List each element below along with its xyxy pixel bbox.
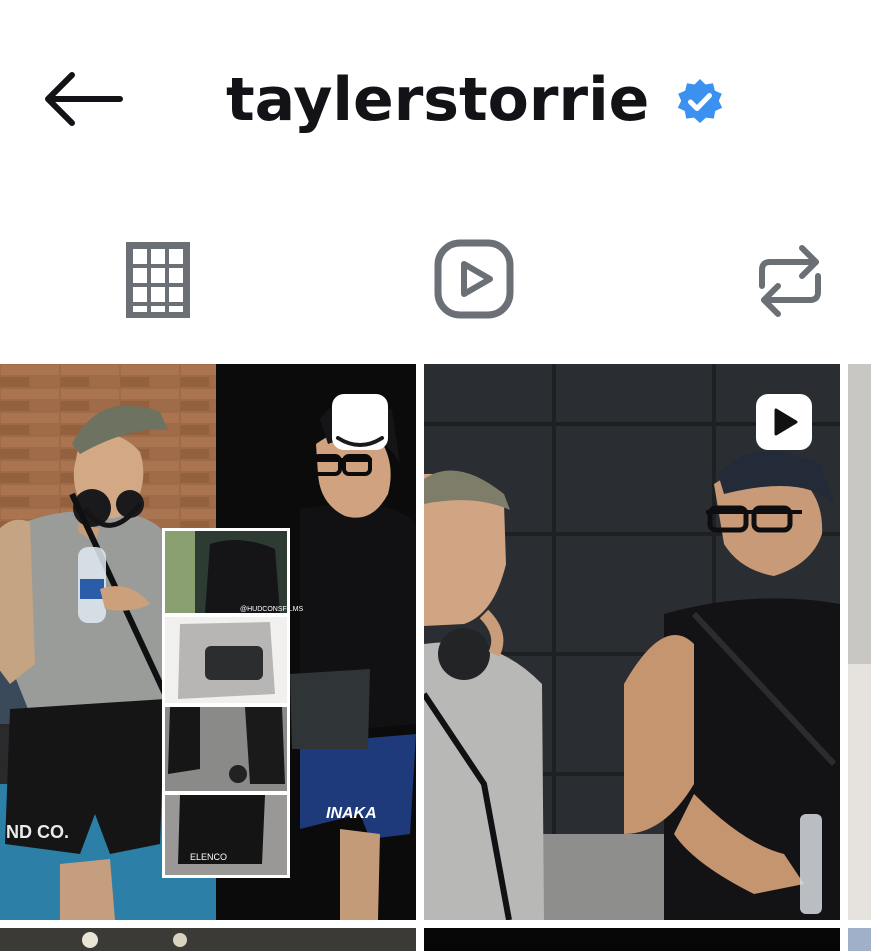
reel-badge [756, 394, 812, 450]
shorts-print: INAKA [326, 805, 377, 822]
shorts-print: ND CO. [6, 822, 69, 842]
shorts-print: ELENCO [190, 852, 227, 862]
profile-header: taylerstorrie [0, 0, 871, 200]
reels-icon [434, 239, 514, 319]
post-tile[interactable] [848, 364, 871, 920]
grid-icon [126, 242, 190, 318]
verified-badge-icon [678, 79, 723, 123]
post-tile[interactable]: ND CO. INAKA @HUDCONSFILMS ELENCO [0, 364, 416, 920]
carousel-badge [332, 394, 388, 450]
post-photo [848, 928, 871, 951]
back-arrow-icon[interactable] [40, 64, 130, 134]
profile-title: taylerstorrie [226, 58, 725, 142]
tab-reels[interactable] [432, 228, 516, 332]
play-icon [774, 408, 798, 436]
post-tile[interactable] [0, 928, 416, 951]
post-photo [848, 364, 871, 920]
post-tile[interactable] [424, 364, 840, 920]
posts-grid: ND CO. INAKA @HUDCONSFILMS ELENCO [0, 364, 871, 951]
post-tile[interactable] [848, 928, 871, 951]
profile-tabs [0, 228, 871, 338]
post-photo [424, 928, 840, 951]
carousel-icon [336, 436, 384, 447]
repost-icon [759, 245, 821, 317]
post-tile[interactable] [424, 928, 840, 951]
post-photo [0, 928, 416, 951]
tab-reposts[interactable] [752, 228, 828, 332]
username-label: taylerstorrie [226, 65, 650, 135]
watermark: @HUDCONSFILMS [240, 606, 303, 613]
tab-posts[interactable] [122, 228, 194, 332]
